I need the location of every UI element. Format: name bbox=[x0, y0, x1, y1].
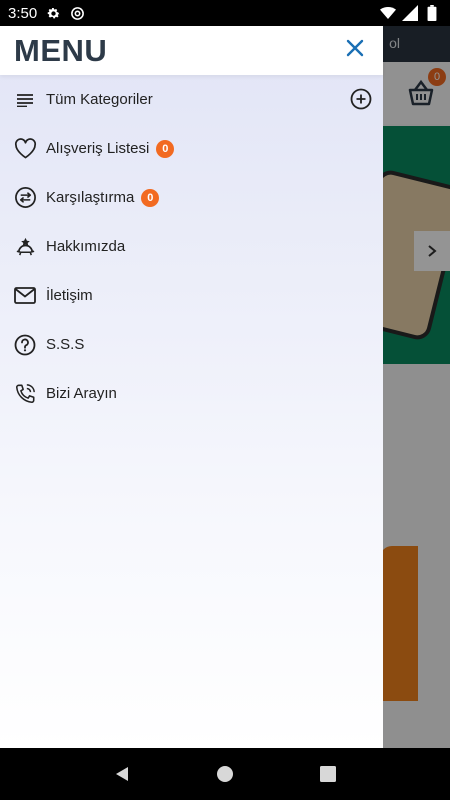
compare-arrows-icon bbox=[13, 186, 37, 210]
status-time: 3:50 bbox=[8, 4, 38, 22]
plus-circle-icon[interactable] bbox=[350, 88, 372, 110]
count-badge: 0 bbox=[156, 139, 175, 158]
menu-item-label: İletişim bbox=[46, 287, 93, 304]
menu-item-label: Tüm Kategoriler bbox=[46, 91, 153, 108]
close-button[interactable] bbox=[341, 37, 369, 65]
recents-icon[interactable] bbox=[316, 762, 340, 786]
award-ribbon-icon bbox=[13, 235, 37, 259]
home-icon[interactable] bbox=[213, 762, 237, 786]
menu-item-about-us[interactable]: Hakkımızda bbox=[0, 222, 383, 271]
menu-item-compare[interactable]: Karşılaştırma 0 bbox=[0, 173, 383, 222]
menu-item-contact[interactable]: İletişim bbox=[0, 271, 383, 320]
list-icon bbox=[13, 88, 37, 112]
drawer-title: MENU bbox=[14, 32, 108, 68]
phone-call-icon bbox=[13, 382, 37, 406]
wifi-icon bbox=[380, 5, 396, 21]
system-navigation-bar bbox=[0, 748, 450, 800]
mail-icon bbox=[13, 284, 37, 308]
menu-item-call-us[interactable]: Bizi Arayın bbox=[0, 369, 383, 418]
menu-item-label: S.S.S bbox=[46, 336, 85, 353]
menu-item-label: Karşılaştırma bbox=[46, 189, 135, 206]
question-circle-icon bbox=[13, 333, 37, 357]
menu-item-label: Alışveriş Listesi bbox=[46, 140, 150, 157]
drawer-header: MENU bbox=[0, 26, 383, 75]
close-icon bbox=[346, 39, 364, 62]
menu-item-shopping-list[interactable]: Alışveriş Listesi 0 bbox=[0, 124, 383, 173]
menu-item-label: Bizi Arayın bbox=[46, 385, 117, 402]
heart-icon bbox=[13, 137, 37, 161]
menu-item-faq[interactable]: S.S.S bbox=[0, 320, 383, 369]
menu-item-label: Hakkımızda bbox=[46, 238, 126, 255]
gear-icon bbox=[45, 5, 61, 21]
at-sign-icon bbox=[69, 5, 85, 21]
battery-icon bbox=[424, 5, 440, 21]
menu-item-all-categories[interactable]: Tüm Kategoriler bbox=[0, 75, 383, 124]
navigation-drawer: MENU Tüm Kategoriler Alışveriş Listesi 0 bbox=[0, 26, 383, 748]
count-badge: 0 bbox=[141, 188, 160, 207]
status-bar: 3:50 bbox=[0, 0, 450, 26]
signal-icon bbox=[402, 5, 418, 21]
back-icon[interactable] bbox=[110, 762, 134, 786]
menu-list: Tüm Kategoriler Alışveriş Listesi 0 Karş… bbox=[0, 75, 383, 418]
